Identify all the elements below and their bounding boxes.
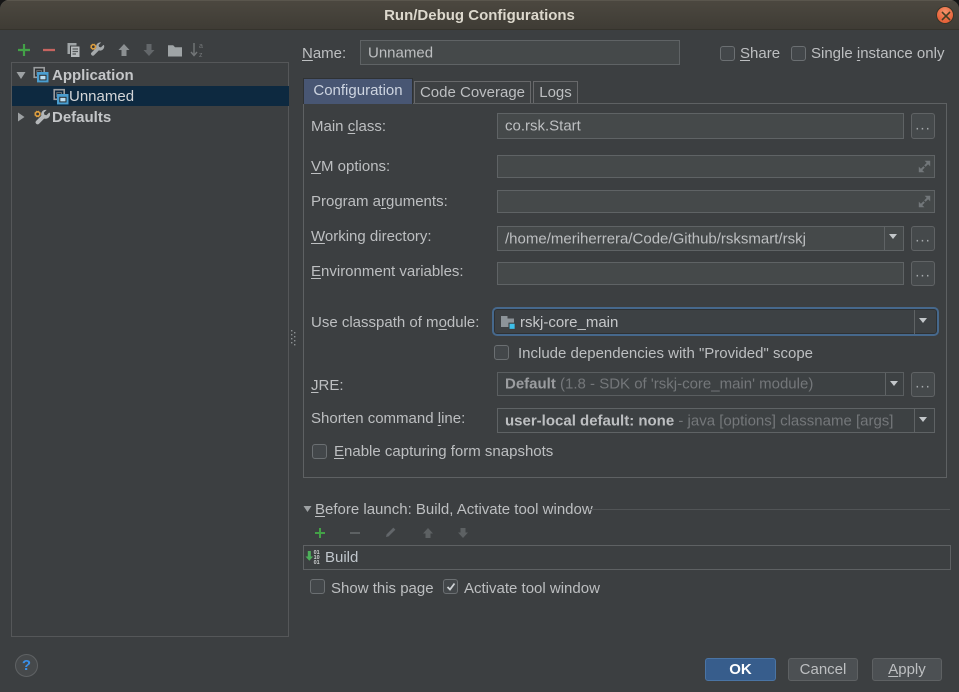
svg-text:a: a <box>199 43 203 50</box>
svg-text:z: z <box>199 52 203 58</box>
svg-text:01: 01 <box>314 560 320 565</box>
